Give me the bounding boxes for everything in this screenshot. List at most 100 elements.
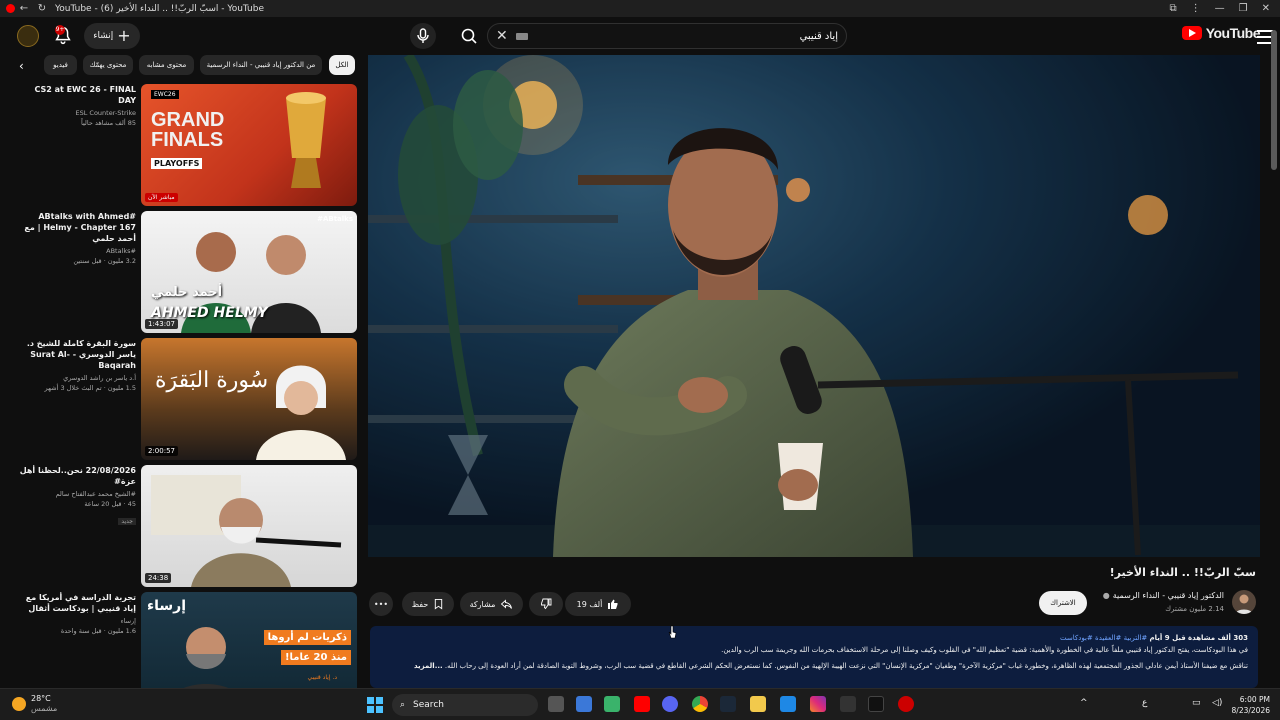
card-title[interactable]: سورة البقرة كاملة للشيخ د. ياسر الدوسري … [16, 338, 136, 371]
video-duration: 2:00:57 [145, 446, 178, 456]
thumb-text-playoffs: PLAYOFFS [151, 158, 203, 169]
restore-icon[interactable]: ❐ [1239, 3, 1248, 14]
chip-for-you[interactable]: محتوى يهمّك [83, 55, 133, 75]
more-actions-button[interactable]: ••• [369, 592, 393, 616]
save-label: حفظ [411, 599, 429, 609]
card-channel[interactable]: أ.د ياسر بن راشد الدوسري [16, 374, 136, 382]
app-icon[interactable] [604, 696, 620, 712]
chip-related[interactable]: محتوى مشابه [139, 55, 194, 75]
time: 6:00 PM [1239, 695, 1270, 704]
channel-avatar[interactable] [1232, 590, 1256, 614]
youtube-play-icon [1181, 26, 1202, 40]
create-button[interactable]: إنشاء + [84, 23, 140, 49]
more-horizontal-icon: ••• [373, 599, 389, 609]
video-thumbnail[interactable]: 24:38 [141, 465, 357, 587]
steam-icon[interactable] [720, 696, 736, 712]
video-player[interactable] [368, 55, 1260, 557]
chevron-up-icon[interactable]: ^ [1080, 698, 1088, 708]
share-icon [501, 599, 513, 609]
live-badge: مباشر الآن [145, 193, 178, 202]
dislike-button[interactable] [529, 592, 563, 616]
verified-icon: ● [1102, 591, 1110, 600]
card-stats: 85 ألف مشاهد حالياً [80, 119, 136, 127]
taskbar-search[interactable]: ⌕ Search [392, 694, 538, 716]
close-window-icon[interactable]: ✕ [1262, 3, 1270, 14]
clear-search-icon[interactable]: ✕ [496, 28, 508, 44]
sidebar-video-card[interactable]: سُورة البَقرَة 2:00:57 سورة البقرة كاملة… [0, 338, 362, 460]
mic-icon [417, 28, 429, 43]
app-icon-2[interactable] [780, 696, 796, 712]
thumb-text-grand: GRAND [151, 109, 225, 131]
youtube-favicon-icon [6, 4, 15, 13]
store-icon[interactable] [576, 696, 592, 712]
reload-icon[interactable]: ↻ [33, 3, 51, 14]
save-button[interactable]: حفظ [402, 592, 454, 616]
new-badge: جديد [118, 518, 136, 525]
chip-videos[interactable]: فيديو [44, 55, 77, 75]
video-thumbnail[interactable]: #ABtalks أحمد حلمي AHMED HELMY 1:43:07 [141, 211, 357, 333]
logo-text: YouTube [1205, 25, 1261, 41]
channel-name[interactable]: الدكتور إياد قنيبي - النداء الرسمية ● [1103, 591, 1224, 600]
clock[interactable]: 6:00 PM 8/23/2026 [1232, 694, 1270, 716]
window-title: YouTube - اسبّ الربّ!! .. النداء الأخير … [55, 3, 265, 14]
chip-all[interactable]: الكل [329, 55, 355, 75]
sidebar-video-card[interactable]: EWC26 GRAND FINALS PLAYOFFS مباشر الآن C… [0, 84, 362, 206]
video-thumbnail[interactable]: إرساء ذكريات لم أروها منذ 20 عاما! د. إي… [141, 592, 357, 688]
card-title[interactable]: #ABtalks with Ahmed Helmy - Chapter 167 … [16, 211, 136, 244]
description-box[interactable]: 303 ألف مشاهدة قبل 9 أيام #التربية #العق… [370, 626, 1258, 688]
video-thumbnail[interactable]: سُورة البَقرَة 2:00:57 [141, 338, 357, 460]
video-thumbnail[interactable]: EWC26 GRAND FINALS PLAYOFFS مباشر الآن [141, 84, 357, 206]
video-duration: 24:38 [145, 573, 172, 583]
language-indicator[interactable]: ع [1142, 698, 1147, 708]
network-icon[interactable]: ▭ [1192, 698, 1201, 708]
opera-icon[interactable] [898, 696, 914, 712]
date: 8/23/2026 [1231, 706, 1270, 715]
subscribe-button[interactable]: الاشتراك [1039, 591, 1087, 615]
minimize-icon[interactable]: — [1215, 3, 1225, 14]
task-view-icon[interactable] [548, 696, 564, 712]
trophy-icon [286, 92, 326, 188]
sidebar-video-card[interactable]: إرساء ذكريات لم أروها منذ 20 عاما! د. إي… [0, 592, 362, 688]
youtube-app-icon[interactable] [634, 696, 650, 712]
card-channel[interactable]: #الشيخ محمد عبدالفتاح سالم [16, 490, 136, 498]
search-box[interactable]: ✕ إياد قنيبي [487, 23, 847, 49]
volume-icon[interactable]: ◁) [1212, 698, 1222, 708]
card-title[interactable]: 22/08/2026 نحن..لحظنا أهل عزة# [16, 465, 136, 487]
more-options-icon[interactable]: ⋮ [1191, 3, 1201, 14]
card-channel[interactable]: ESL Counter-Strike [16, 109, 136, 117]
view-count: 303 ألف مشاهدة [1188, 634, 1248, 642]
like-button[interactable]: 19 ألف [565, 592, 631, 616]
extensions-icon[interactable]: ⧉ [1170, 3, 1177, 14]
back-icon[interactable]: ← [15, 3, 33, 14]
sidebar-video-card[interactable]: #ABtalks أحمد حلمي AHMED HELMY 1:43:07 #… [0, 211, 362, 333]
thumb-text-finals: FINALS [151, 129, 224, 151]
discord-icon[interactable] [662, 696, 678, 712]
bookmark-icon [435, 598, 443, 610]
file-explorer-icon[interactable] [750, 696, 766, 712]
chrome-icon[interactable] [692, 696, 708, 712]
thumb-guest [183, 627, 229, 688]
thumb-speaker [151, 475, 342, 587]
share-button[interactable]: مشاركة [460, 592, 523, 616]
page-scrollbar[interactable] [1271, 30, 1277, 170]
card-title[interactable]: تجربة الدراسة في أمريكا مع إياد قنيبي | … [16, 592, 136, 614]
voice-search-button[interactable] [410, 23, 436, 49]
keyboard-icon[interactable] [515, 32, 528, 40]
tiktok-icon[interactable] [868, 696, 884, 712]
show-more-link[interactable]: ...المزيد [414, 662, 443, 670]
search-button[interactable] [455, 23, 483, 49]
search-input[interactable]: إياد قنيبي [800, 31, 838, 42]
weather-widget[interactable]: 28°C مشمس [12, 694, 57, 714]
chevron-left-icon[interactable]: ‹ [19, 59, 33, 73]
account-avatar[interactable] [17, 25, 39, 47]
card-channel[interactable]: إرساء [16, 617, 136, 625]
chip-from-channel[interactable]: من الدكتور إياد قنيبي - النداء الرسمية [200, 55, 322, 75]
card-title[interactable]: CS2 at EWC 26 - FINAL DAY [16, 84, 136, 106]
windows-start-icon[interactable] [367, 697, 383, 713]
settings-icon[interactable] [840, 696, 856, 712]
hashtags[interactable]: #التربية #العقيدة #بودكاست [1060, 634, 1147, 642]
youtube-logo[interactable]: YouTube [1181, 25, 1261, 41]
card-channel[interactable]: #ABtalks [16, 247, 136, 255]
sidebar-video-card[interactable]: 24:38 22/08/2026 نحن..لحظنا أهل عزة# #ال… [0, 465, 362, 587]
instagram-icon[interactable] [810, 696, 826, 712]
